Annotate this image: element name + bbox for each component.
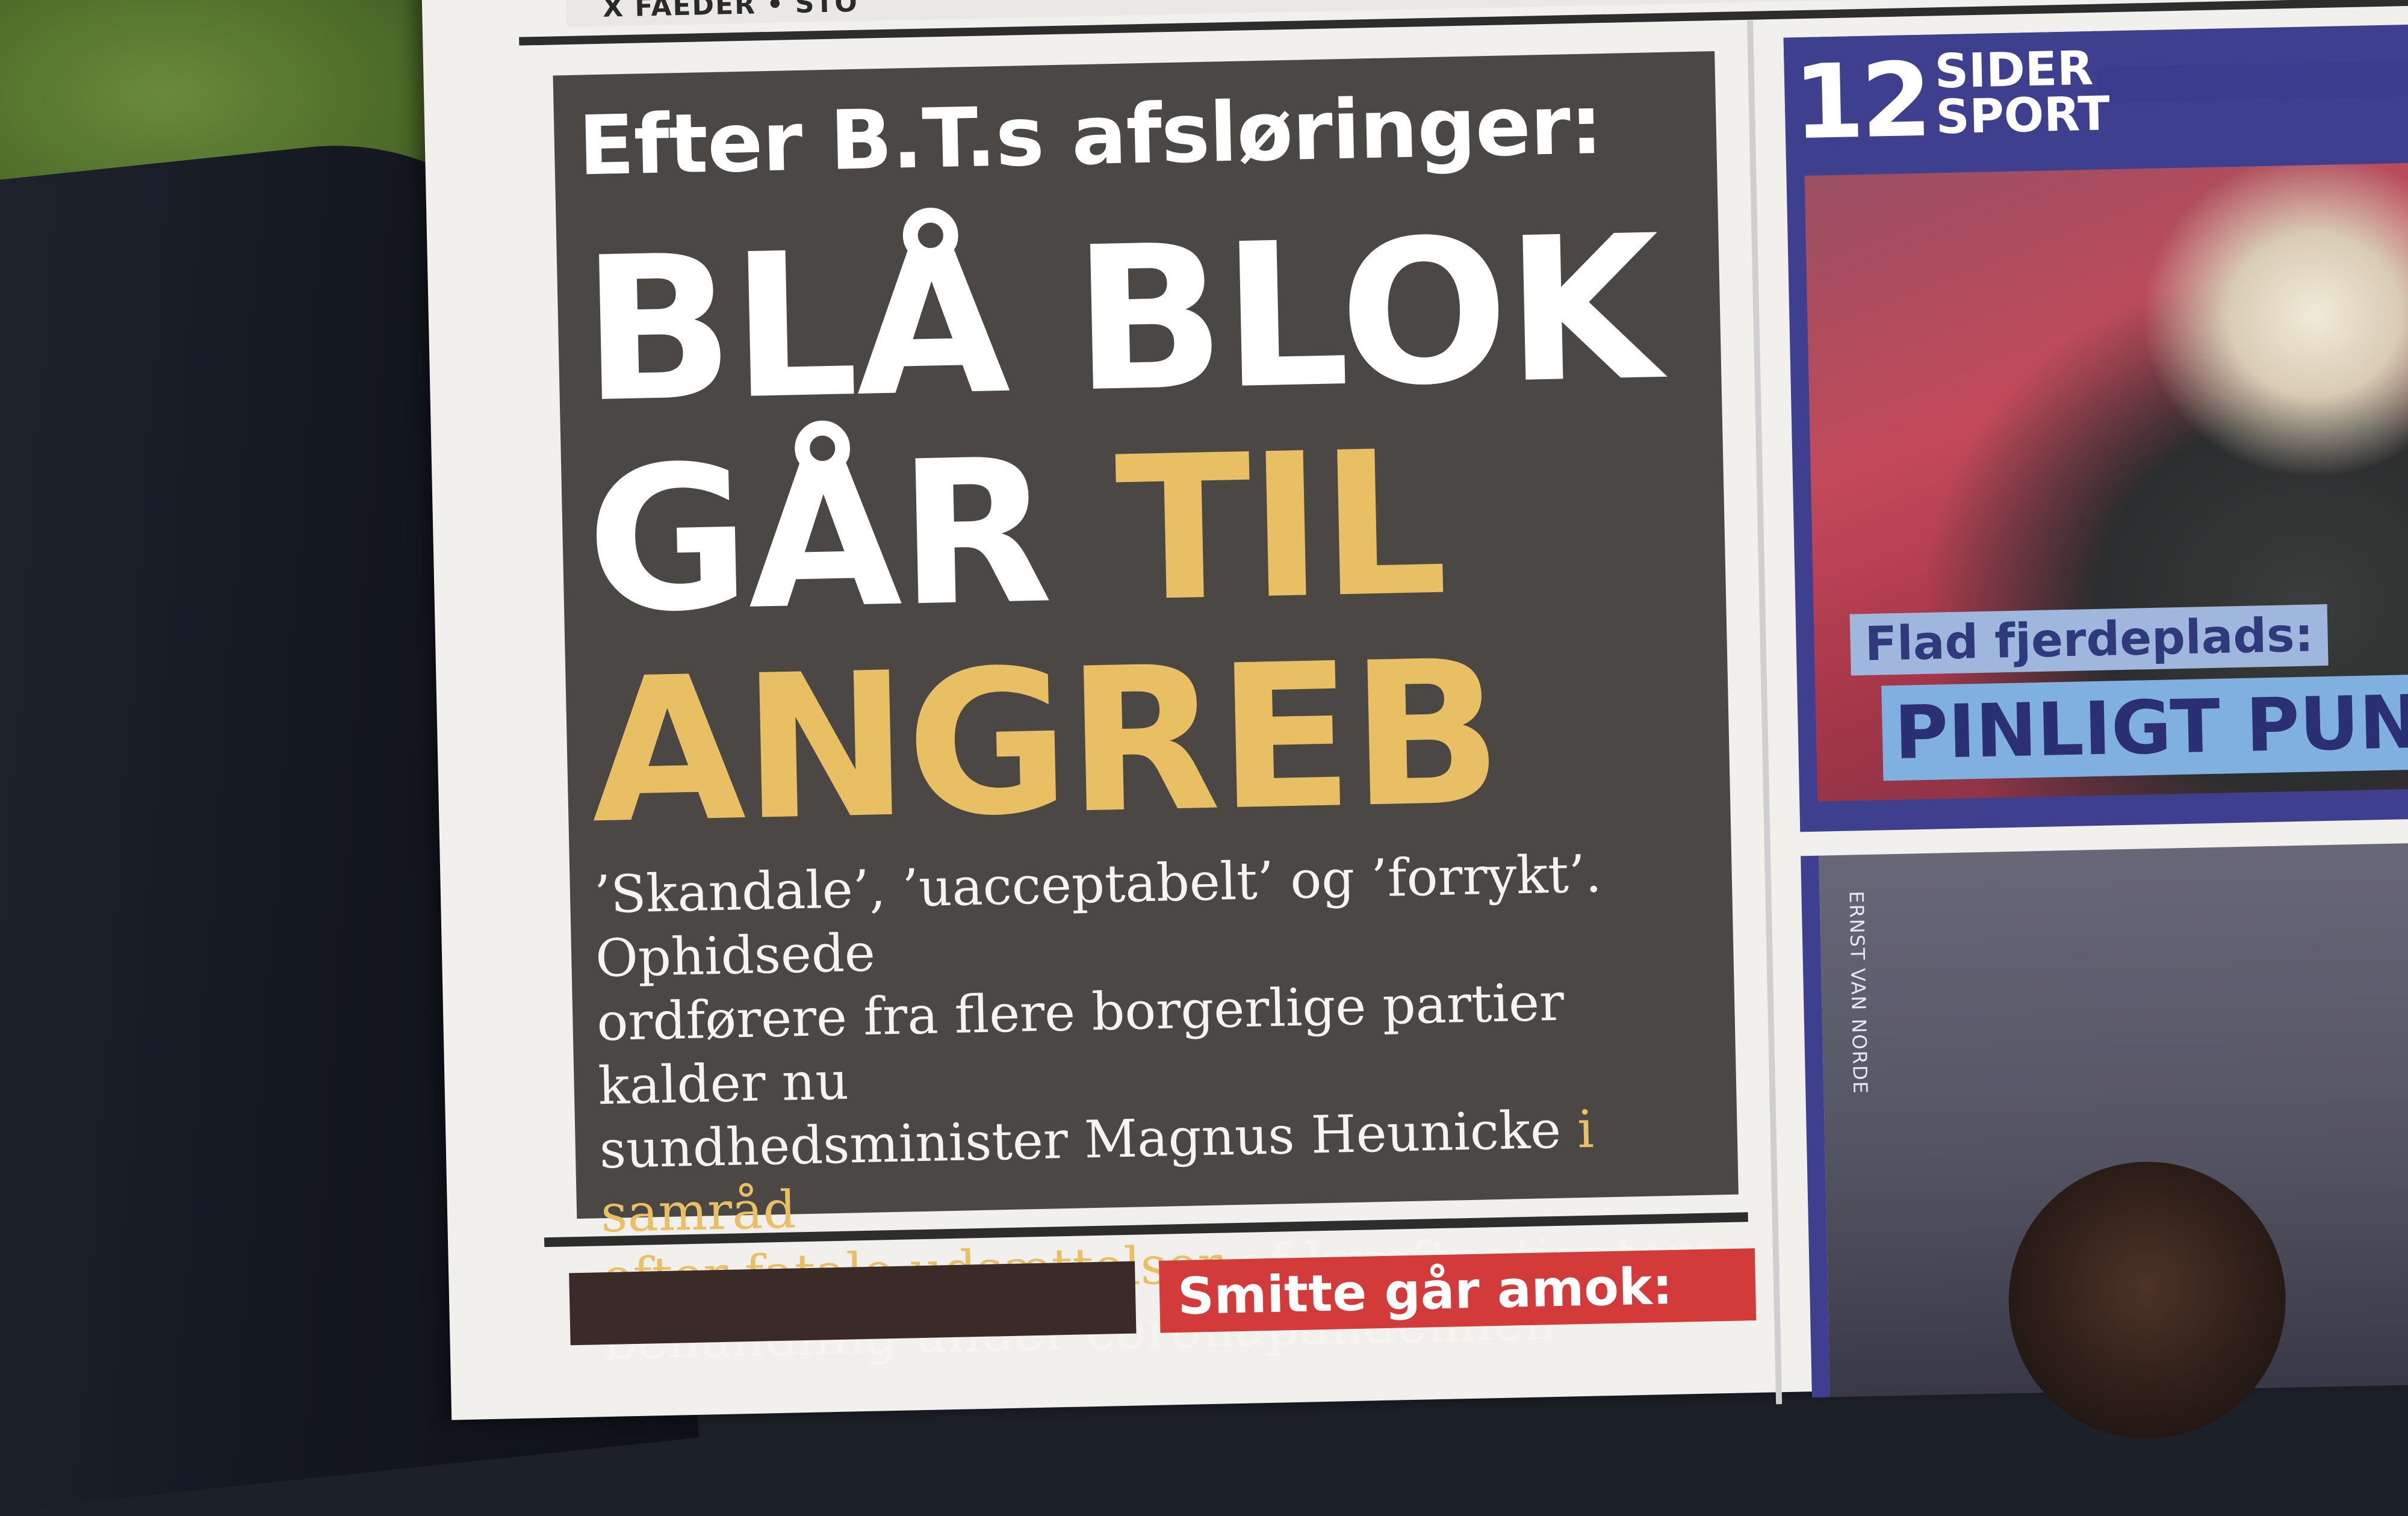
bottom-teaser-photo (569, 1261, 1137, 1346)
column-rule (1747, 20, 1783, 1405)
person-photo (2005, 1159, 2289, 1442)
lead-headline: BLÅ BLOK GÅR TIL ANGREB (580, 193, 1713, 868)
sports-teaser: 12 SIDER SPORT Flad fjerdeplads: PINLIGT… (1783, 22, 2408, 832)
lower-photo-panel: ERNST VAN NORDE (1801, 840, 2408, 1442)
headline-line-3: ANGREB (589, 617, 1503, 868)
photo-credit: ERNST VAN NORDE (1845, 891, 1872, 1095)
bottom-teaser-kicker: Smitte går amok: (1158, 1248, 1757, 1333)
sports-badge-line-2: SPORT (1935, 87, 2111, 145)
headline-word-gaar: GÅR (584, 416, 1052, 657)
headline-word-til: TIL (1113, 407, 1447, 646)
deck-line-1: ’Skandale’, ’uacceptabelt’ og ’forrykt’.… (594, 844, 1603, 989)
newspaper: X FAEDER • STO Efter B.T.s afsløringer: … (421, 0, 2408, 1442)
lead-kicker: Efter B.T.s afsløringer: (577, 77, 1603, 194)
masthead-text: X FAEDER • STO (602, 0, 859, 23)
headline-line-2: GÅR TIL (585, 408, 1708, 657)
sports-headline: PINLIGT PUN (1881, 672, 2408, 781)
lead-story: Efter B.T.s afsløringer: BLÅ BLOK GÅR TI… (553, 51, 1739, 1372)
deck-line-2: ordførere fra flere borgerlige partier k… (596, 972, 1565, 1117)
sports-badge: 12 SIDER SPORT (1783, 31, 2111, 162)
sports-page-count: 12 (1792, 40, 1930, 163)
sports-kicker: Flad fjerdeplads: (1849, 604, 2329, 676)
sports-badge-label: SIDER SPORT (1934, 42, 2111, 144)
sports-top-bar (2097, 58, 2408, 104)
headline-line-1: BLÅ BLOK (580, 193, 1660, 447)
